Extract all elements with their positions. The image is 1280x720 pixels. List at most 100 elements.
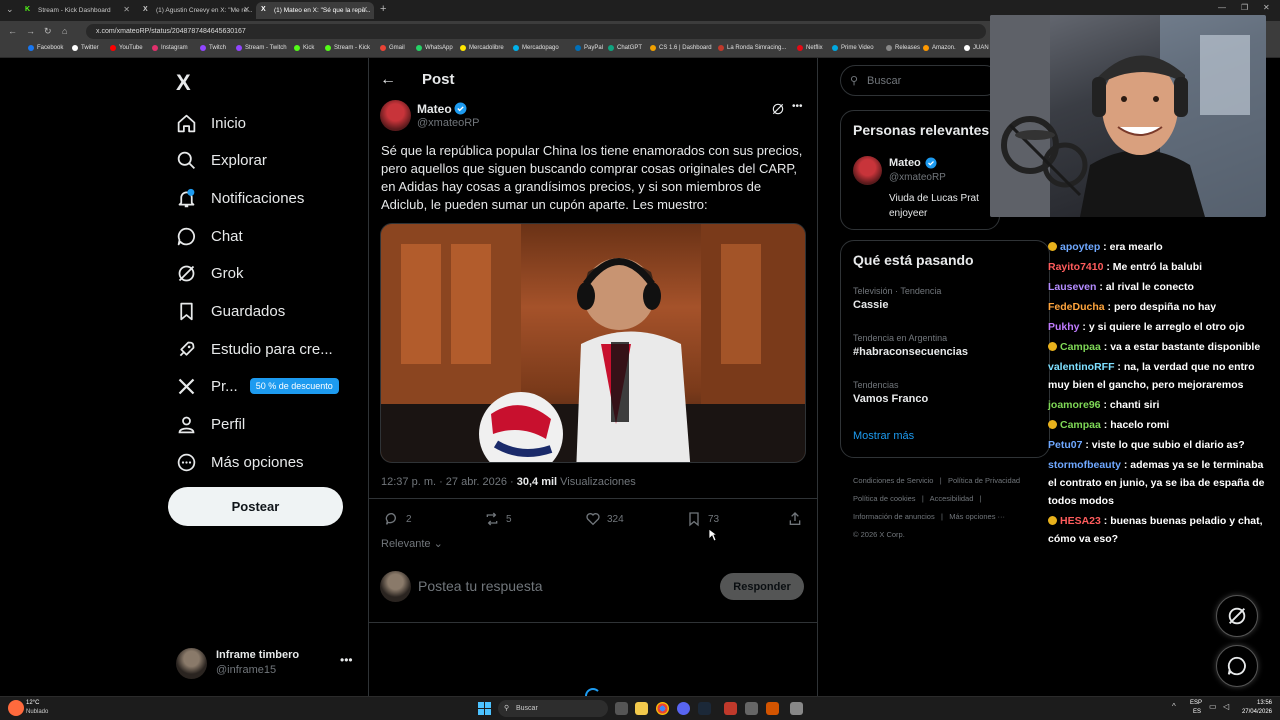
task-view-icon[interactable] [615, 702, 628, 715]
trend-item[interactable]: Tendencia en Argentina #habraconsecuenci… [853, 333, 968, 358]
search-input[interactable]: ⚲ Buscar [840, 65, 1000, 96]
author-avatar[interactable] [853, 156, 882, 185]
close-tab-icon[interactable]: ✕ [361, 5, 368, 14]
trend-item[interactable]: Tendencias Vamos Franco [853, 380, 928, 405]
x-logo-icon[interactable]: X [176, 70, 191, 96]
chrome-icon[interactable] [656, 702, 669, 715]
steam-icon[interactable] [698, 702, 711, 715]
grok-icon[interactable] [771, 102, 785, 116]
account-switcher[interactable]: Inframe timbero @inframe15 ••• [176, 647, 356, 679]
weather-text[interactable]: Nublado [26, 709, 48, 715]
url-field[interactable]: x.com/xmateoRP/status/204878748464563016… [86, 24, 986, 39]
bookmark-item[interactable]: Mercadolibre [460, 45, 504, 51]
bookmark-item[interactable]: Twitter [72, 45, 99, 51]
browser-tab-3[interactable]: X (1) Mateo en X: "Sé que la repú... ✕ [256, 2, 374, 19]
chat-username[interactable]: Pukhy [1048, 321, 1080, 333]
bookmark-action[interactable]: 73 [686, 511, 719, 527]
bookmark-item[interactable]: PayPal [575, 45, 603, 51]
file-explorer-icon[interactable] [635, 702, 648, 715]
trend-item[interactable]: Televisión · Tendencia Cassie [853, 286, 941, 311]
post-image[interactable] [380, 223, 806, 463]
clock-time[interactable]: 13:56 [1238, 700, 1272, 706]
reload-icon[interactable]: ↻ [44, 26, 52, 37]
grok-fab[interactable] [1216, 595, 1258, 637]
network-icon[interactable]: ▭ [1209, 702, 1217, 711]
chat-username[interactable]: valentinoRFF [1048, 361, 1115, 373]
sort-dropdown[interactable]: Relevante ⌄ [381, 537, 443, 550]
bookmark-item[interactable]: ChatGPT [608, 45, 642, 51]
footer-link[interactable]: Accesibilidad [930, 494, 974, 503]
volume-icon[interactable]: ◁ [1223, 702, 1229, 711]
clock-date[interactable]: 27/04/2026 [1234, 709, 1272, 715]
more-dots-icon[interactable]: ••• [792, 101, 803, 112]
messages-fab[interactable] [1216, 645, 1258, 687]
forward-icon[interactable]: → [26, 26, 35, 36]
chat-username[interactable]: FedeDucha [1048, 301, 1105, 313]
app-icon[interactable] [790, 702, 803, 715]
bookmark-item[interactable]: Facebook [28, 45, 63, 51]
repost-action[interactable]: 5 [484, 511, 512, 527]
close-tab-icon[interactable]: ✕ [123, 5, 130, 14]
maximize-icon[interactable]: ❐ [1241, 3, 1248, 12]
show-more-link[interactable]: Mostrar más [853, 430, 914, 442]
bookmark-item[interactable]: Twitch [200, 45, 226, 51]
footer-link[interactable]: Política de Privacidad [948, 476, 1020, 485]
browser-tab-2[interactable]: X (1) Agustin Creevy en X: "Me re... ✕ [138, 2, 256, 19]
more-dots-icon[interactable]: ••• [340, 653, 353, 667]
back-icon[interactable]: ← [8, 26, 17, 36]
footer-link[interactable]: Más opciones ··· [949, 512, 1005, 521]
nav-premium[interactable]: Pr... 50 % de descuento [176, 374, 339, 398]
app-icon[interactable] [766, 702, 779, 715]
tab-search-icon[interactable]: ⌄ [6, 4, 14, 15]
bookmark-item[interactable]: La Ronda Simracing... [718, 45, 786, 51]
footer-link[interactable]: Condiciones de Servicio [853, 476, 933, 485]
taskbar-search[interactable]: ⚲ Buscar [498, 700, 608, 717]
nav-profile[interactable]: Perfil [176, 412, 245, 436]
author-handle[interactable]: @xmateoRP [417, 117, 480, 129]
reply-input[interactable]: Postea tu respuesta [418, 578, 543, 594]
relevant-name[interactable]: Mateo [889, 157, 921, 169]
footer-link[interactable]: Información de anuncios [853, 512, 935, 521]
nav-notifications[interactable]: Notificaciones [176, 186, 304, 210]
new-tab-button[interactable]: + [380, 3, 386, 15]
nav-chat[interactable]: Chat [176, 224, 243, 248]
back-arrow-icon[interactable]: ← [380, 71, 396, 89]
like-action[interactable]: 324 [585, 511, 624, 527]
nav-home[interactable]: Inicio [176, 111, 246, 135]
bookmark-item[interactable]: Kick [294, 45, 314, 51]
language-indicator[interactable]: ESP [1190, 700, 1202, 706]
chat-username[interactable]: Rayito7410 [1048, 261, 1103, 273]
reply-action[interactable]: 2 [384, 511, 412, 527]
nav-bookmarks[interactable]: Guardados [176, 299, 285, 323]
author-avatar[interactable] [380, 100, 411, 131]
discord-icon[interactable] [677, 702, 690, 715]
nav-explore[interactable]: Explorar [176, 148, 267, 172]
bookmark-item[interactable]: Stream - Twitch [236, 45, 287, 51]
bookmark-item[interactable]: Mercadopago [513, 45, 559, 51]
home-icon[interactable]: ⌂ [62, 26, 67, 36]
bookmark-item[interactable]: JUAN [964, 45, 989, 51]
chat-username[interactable]: HESA23 [1060, 515, 1101, 527]
chat-username[interactable]: Petu07 [1048, 439, 1082, 451]
chat-username[interactable]: Campaa [1060, 341, 1101, 353]
reply-button[interactable]: Responder [720, 573, 804, 600]
app-icon[interactable] [724, 702, 737, 715]
footer-link[interactable]: Política de cookies [853, 494, 916, 503]
post-button[interactable]: Postear [168, 487, 343, 526]
nav-creator-studio[interactable]: Estudio para cre... [176, 337, 333, 361]
close-window-icon[interactable]: ✕ [1263, 3, 1270, 12]
bookmark-item[interactable]: Netflix [797, 45, 823, 51]
author-name[interactable]: Mateo [417, 102, 452, 116]
weather-temp[interactable]: 12°C [26, 700, 39, 706]
chat-username[interactable]: stormofbeauty [1048, 459, 1121, 471]
app-icon[interactable] [745, 702, 758, 715]
minimize-icon[interactable]: — [1218, 3, 1226, 12]
close-tab-icon[interactable]: ✕ [243, 5, 250, 14]
windows-start-icon[interactable] [478, 702, 491, 715]
chat-username[interactable]: apoytep [1060, 241, 1100, 253]
browser-tab-1[interactable]: K Stream - Kick Dashboard ✕ [20, 2, 136, 19]
bookmark-item[interactable]: WhatsApp [416, 45, 453, 51]
tray-chevron-icon[interactable]: ^ [1172, 702, 1176, 711]
nav-grok[interactable]: Grok [176, 261, 244, 285]
share-icon[interactable] [787, 511, 803, 527]
